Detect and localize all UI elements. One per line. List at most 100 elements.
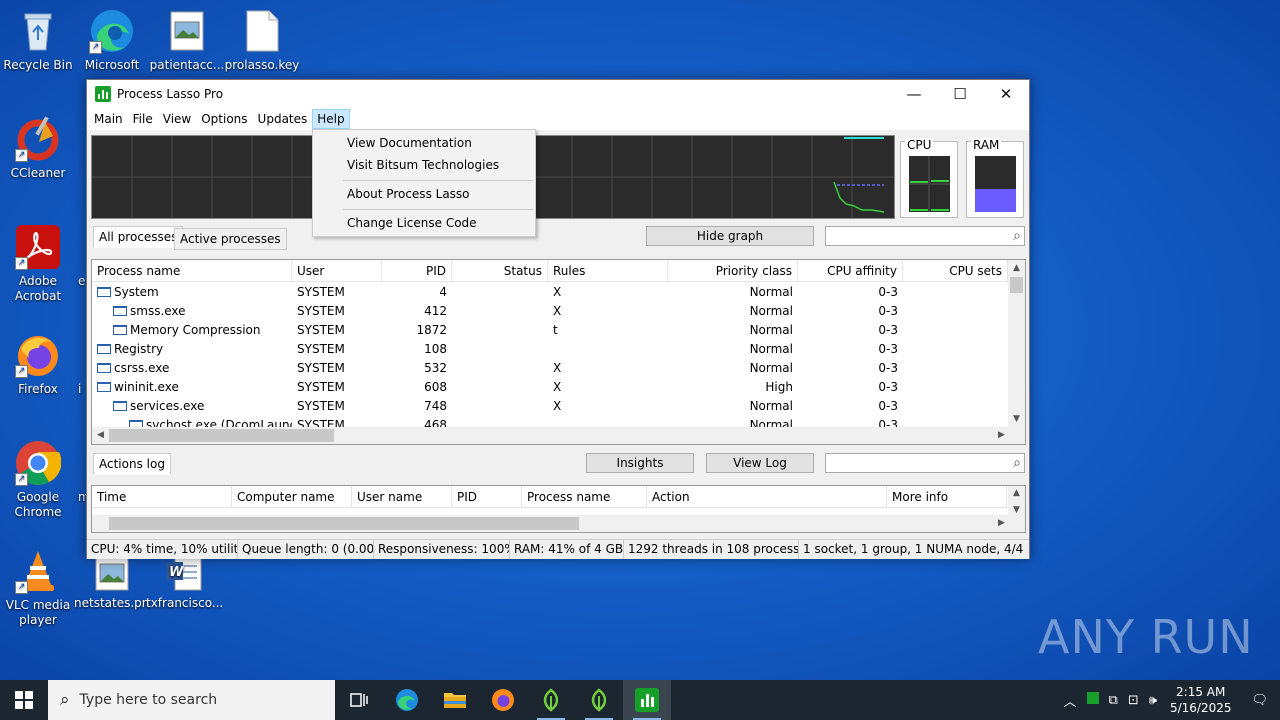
vscroll-thumb[interactable] <box>1010 277 1023 293</box>
cell-name: System <box>92 283 292 302</box>
col-action-pid[interactable]: PID <box>452 486 522 508</box>
notification-icon[interactable]: 🗨 <box>1239 693 1280 708</box>
cell-status <box>452 378 548 397</box>
menu-updates[interactable]: Updates <box>253 109 313 129</box>
volume-icon[interactable]: 🕪 <box>1144 693 1162 708</box>
desktop-icon-edge[interactable]: ↗ Microsoft Edge <box>74 8 150 74</box>
file-icon <box>239 8 285 54</box>
scroll-down-icon[interactable]: ▼ <box>1008 411 1025 428</box>
process-name-text: Memory Compression <box>130 323 261 337</box>
menu-help[interactable]: Help <box>312 109 350 129</box>
tray-device-icon[interactable]: ⧉ <box>1104 693 1123 708</box>
table-row[interactable]: services.exe SYSTEM 748 X Normal 0-3 <box>92 397 1010 416</box>
scroll-right-icon[interactable]: ▶ <box>993 515 1010 532</box>
desktop-icon-prolasso-key[interactable]: prolasso.key <box>224 8 300 73</box>
table-row[interactable]: wininit.exe SYSTEM 608 X High 0-3 <box>92 378 1010 397</box>
status-threads: 1292 threads in 108 processes <box>624 540 799 559</box>
maximize-button[interactable]: ☐ <box>937 80 983 108</box>
col-pid[interactable]: PID <box>382 260 452 282</box>
col-priority-class[interactable]: Priority class <box>668 260 798 282</box>
col-action[interactable]: Action <box>647 486 887 508</box>
process-search-input[interactable]: ⌕ <box>825 226 1025 246</box>
hide-graph-button[interactable]: Hide graph <box>646 226 814 246</box>
cell-name: wininit.exe <box>92 378 292 397</box>
image-file-icon <box>89 556 135 592</box>
desktop-icon-label: CCleaner <box>10 166 66 180</box>
desktop-icon-ccleaner[interactable]: ↗ CCleaner <box>0 116 76 181</box>
col-time[interactable]: Time <box>92 486 232 508</box>
col-user-name[interactable]: User name <box>352 486 452 508</box>
taskbar-file-explorer[interactable] <box>431 680 479 720</box>
table-row[interactable]: Memory Compression SYSTEM 1872 t Normal 0-3 <box>92 321 1010 340</box>
col-computer-name[interactable]: Computer name <box>232 486 352 508</box>
table-row[interactable]: csrss.exe SYSTEM 532 X Normal 0-3 <box>92 359 1010 378</box>
col-status[interactable]: Status <box>452 260 548 282</box>
taskbar-firefox[interactable] <box>479 680 527 720</box>
start-button[interactable] <box>0 680 48 720</box>
process-table-header: Process name User PID Status Rules Prior… <box>92 260 1025 282</box>
menu-item-visit-bitsum[interactable]: Visit Bitsum Technologies <box>347 158 499 172</box>
taskbar-process-lasso-1[interactable] <box>527 680 575 720</box>
ram-gauge-bar <box>975 156 1016 212</box>
col-action-process-name[interactable]: Process name <box>522 486 647 508</box>
process-table-vscroll[interactable]: ▲ ▼ <box>1008 260 1025 428</box>
table-row[interactable]: System SYSTEM 4 X Normal 0-3 <box>92 283 1010 302</box>
menu-main[interactable]: Main <box>89 109 128 129</box>
scroll-right-icon[interactable]: ▶ <box>993 427 1010 444</box>
taskbar-search-box[interactable]: ⌕ Type here to search <box>48 680 335 720</box>
close-button[interactable]: ✕ <box>983 80 1029 108</box>
menu-file[interactable]: File <box>128 109 158 129</box>
taskbar-process-lasso-2[interactable] <box>575 680 623 720</box>
menu-item-about[interactable]: About Process Lasso <box>347 187 470 201</box>
desktop-icon-chrome[interactable]: ↗ Google Chrome <box>0 440 76 520</box>
hscroll-thumb[interactable] <box>109 517 579 530</box>
actions-vscroll[interactable]: ▲ ▼ <box>1008 486 1025 517</box>
tab-actions-log[interactable]: Actions log <box>93 453 171 475</box>
desktop-icon-firefox[interactable]: ↗ Firefox <box>0 332 76 397</box>
col-cpu-sets[interactable]: CPU sets <box>903 260 1008 282</box>
hscroll-thumb[interactable] <box>109 429 334 442</box>
minimize-button[interactable]: — <box>891 80 937 108</box>
desktop-icon-patientacc[interactable]: patientacc... <box>149 8 225 73</box>
actions-hscroll[interactable]: ▶ <box>92 515 1025 532</box>
desktop-icon-recycle-bin[interactable]: Recycle Bin <box>0 8 76 73</box>
insights-button[interactable]: Insights <box>586 453 694 473</box>
resource-gauges: CPU RAM <box>900 138 1025 218</box>
menu-item-view-documentation[interactable]: View Documentation <box>347 136 472 150</box>
menu-view[interactable]: View <box>158 109 196 129</box>
table-row[interactable]: smss.exe SYSTEM 412 X Normal 0-3 <box>92 302 1010 321</box>
scroll-up-icon[interactable]: ▲ <box>1008 486 1025 500</box>
col-process-name[interactable]: Process name <box>92 260 292 282</box>
ram-gauge-label: RAM <box>971 138 1002 152</box>
scroll-left-icon[interactable]: ◀ <box>92 427 109 444</box>
anyrun-watermark: ANY RUN <box>1038 610 1254 664</box>
network-icon[interactable]: ⊡ <box>1123 693 1144 708</box>
desktop-icon-adobe-acrobat[interactable]: ↗ Adobe Acrobat <box>0 224 76 304</box>
tab-active-processes[interactable]: Active processes <box>174 228 287 250</box>
actions-search-input[interactable]: ⌕ <box>825 453 1025 473</box>
desktop-icon-vlc[interactable]: ↗ VLC media player <box>0 548 76 628</box>
process-name-text: csrss.exe <box>114 361 170 375</box>
menu-item-change-license[interactable]: Change License Code <box>347 216 477 230</box>
scroll-up-icon[interactable]: ▲ <box>1008 260 1025 277</box>
process-table-hscroll[interactable]: ◀ ▶ <box>92 427 1025 444</box>
tray-overflow-chevron-icon[interactable]: ︿ <box>1059 691 1082 710</box>
view-log-button[interactable]: View Log <box>706 453 814 473</box>
desktop-icon-txfrancisco[interactable]: W txfrancisco... <box>146 556 222 611</box>
tab-all-processes[interactable]: All processes <box>93 226 184 248</box>
taskbar-process-lasso-pro[interactable] <box>623 680 671 720</box>
col-cpu-affinity[interactable]: CPU affinity <box>798 260 903 282</box>
task-view-button[interactable] <box>335 680 383 720</box>
table-row[interactable]: Registry SYSTEM 108 Normal 0-3 <box>92 340 1010 359</box>
status-ram: RAM: 41% of 4 GB <box>510 540 624 559</box>
col-rules[interactable]: Rules <box>548 260 668 282</box>
col-more-info[interactable]: More info <box>887 486 1007 508</box>
tray-lasso-icon[interactable] <box>1082 692 1104 708</box>
taskbar-clock[interactable]: 2:15 AM 5/16/2025 <box>1162 684 1240 716</box>
desktop-icon-netstates[interactable]: netstates.png <box>74 556 150 611</box>
menu-options[interactable]: Options <box>196 109 252 129</box>
col-user[interactable]: User <box>292 260 382 282</box>
taskbar-edge[interactable] <box>383 680 431 720</box>
title-bar[interactable]: Process Lasso Pro — ☐ ✕ <box>87 80 1029 108</box>
search-icon: ⌕ <box>1013 228 1021 244</box>
